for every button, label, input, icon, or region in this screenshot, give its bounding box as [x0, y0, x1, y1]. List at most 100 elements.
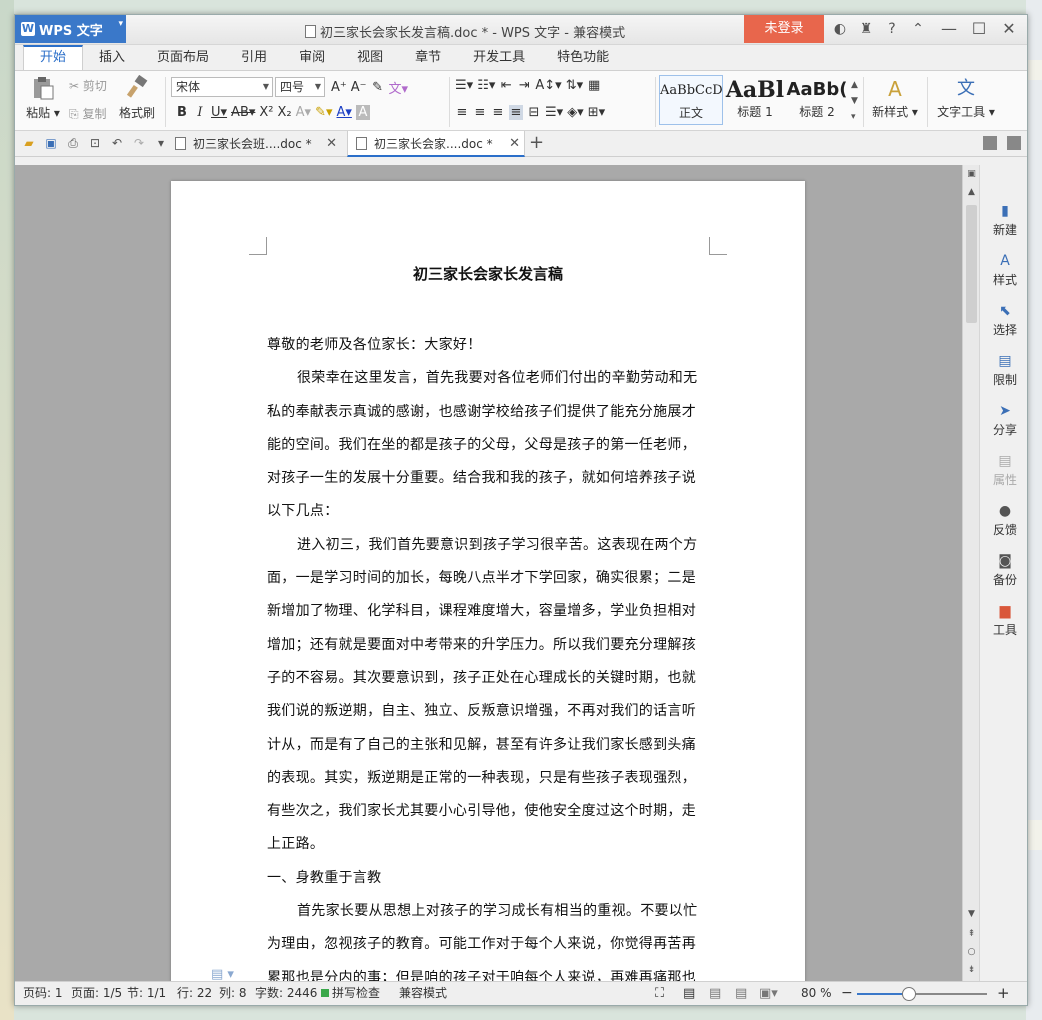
- print-preview-icon[interactable]: ⊡: [87, 135, 103, 151]
- document-line[interactable]: 我们说的叛逆期，自主、独立、反叛意识增强，不再对我们的话言听: [267, 695, 709, 728]
- doc-tab[interactable]: 初三家长会班....doc * ✕: [167, 131, 341, 157]
- tab-insert[interactable]: 插入: [83, 45, 141, 70]
- style-heading-1[interactable]: AaBl 标题 1: [723, 75, 787, 125]
- minimize-icon[interactable]: —: [935, 18, 963, 40]
- document-line[interactable]: 以下几点：: [267, 495, 709, 528]
- copy-button[interactable]: ⎘ 复制: [69, 105, 106, 122]
- paste-button[interactable]: 粘贴 ▾: [23, 75, 63, 121]
- increase-indent-icon[interactable]: ⇥: [517, 78, 531, 93]
- clear-format-icon[interactable]: ✎: [371, 80, 385, 95]
- doc-tab-active[interactable]: 初三家长会家....doc * ✕: [347, 131, 525, 157]
- border-icon[interactable]: ⊞▾: [588, 105, 605, 120]
- new-tab-icon[interactable]: +: [529, 132, 544, 153]
- print-icon[interactable]: ⎙: [65, 135, 81, 151]
- document-line[interactable]: 为理由，忽视孩子的教育。可能工作对于每个人来说，你觉得再苦再: [267, 928, 709, 961]
- shrink-font-icon[interactable]: A⁻: [351, 80, 367, 95]
- document-line[interactable]: 有些次之，我们家长尤其要小心引导他，使他安全度过这个时期，走: [267, 795, 709, 828]
- scroll-thumb[interactable]: [966, 205, 977, 323]
- web-view-icon[interactable]: ▤: [735, 982, 747, 1005]
- distribute-icon[interactable]: ⊟: [527, 105, 541, 120]
- align-center-icon[interactable]: ≡: [473, 105, 487, 120]
- tab-list-icon[interactable]: [983, 136, 997, 150]
- phonetic-icon[interactable]: 文▾: [389, 78, 409, 97]
- style-gallery-scroll[interactable]: ▲ ▼ ▾: [851, 77, 858, 125]
- bullet-list-icon[interactable]: ☰▾: [455, 78, 473, 93]
- paragraph-marker-icon[interactable]: ▤ ▾: [211, 967, 234, 982]
- document-line[interactable]: 面，一是学习时间的加长，每晚八点半才下学回家，确实很累；二是: [267, 562, 709, 595]
- document-line[interactable]: 对孩子一生的发展十分重要。结合我和我的孩子，就如何培养孩子说: [267, 462, 709, 495]
- sort-icon[interactable]: ⇅▾: [566, 78, 583, 93]
- bold-icon[interactable]: B: [175, 105, 189, 120]
- maximize-icon[interactable]: ☐: [965, 18, 993, 40]
- login-button[interactable]: 未登录: [744, 15, 824, 43]
- zoom-value[interactable]: 80 %: [801, 982, 832, 1005]
- subscript-icon[interactable]: X₂: [278, 105, 292, 120]
- tab-developer[interactable]: 开发工具: [457, 45, 541, 70]
- style-normal[interactable]: AaBbCcD 正文: [659, 75, 723, 125]
- tab-review[interactable]: 审阅: [283, 45, 341, 70]
- decrease-indent-icon[interactable]: ⇤: [499, 78, 513, 93]
- document-line[interactable]: 很荣幸在这里发言，首先我要对各位老师们付出的辛勤劳动和无: [267, 362, 709, 395]
- superscript-icon[interactable]: X²: [259, 105, 273, 120]
- pane-toggle-icon[interactable]: ▣: [963, 169, 980, 179]
- reading-view-icon[interactable]: ▣▾: [759, 982, 778, 1005]
- prev-page-icon[interactable]: ⇞: [963, 929, 980, 939]
- document-workspace[interactable]: 初三家长会家长发言稿 尊敬的老师及各位家长：大家好！ 很荣幸在这里发言，首先我要对…: [15, 165, 962, 983]
- table-icon[interactable]: ▦: [587, 78, 601, 93]
- select-browse-icon[interactable]: ○: [963, 947, 980, 957]
- scroll-up-icon[interactable]: ▲: [963, 187, 980, 197]
- justify-icon[interactable]: ≡: [509, 105, 523, 120]
- task-select[interactable]: ⬉ 选择: [980, 303, 1027, 338]
- save-icon[interactable]: ▣: [43, 135, 59, 151]
- spell-check-button[interactable]: 拼写检查: [321, 982, 380, 1005]
- document-line[interactable]: 私的奉献表示真诚的感谢，也感谢学校给孩子们提供了能充分施展才: [267, 396, 709, 429]
- app-menu-button[interactable]: W WPS 文字 ▾: [15, 15, 126, 43]
- tab-references[interactable]: 引用: [225, 45, 283, 70]
- task-tools[interactable]: ▆ 工具: [980, 603, 1027, 638]
- redo-icon[interactable]: ↷: [131, 135, 147, 151]
- char-shading-icon[interactable]: A: [355, 105, 370, 120]
- close-icon[interactable]: ✕: [326, 131, 337, 157]
- text-direction-icon[interactable]: A↕▾: [535, 78, 561, 93]
- document-line[interactable]: 累那也是分内的事；但是咱的孩子对于咱每个人来说，再难再痛那也: [267, 962, 709, 983]
- numbered-list-icon[interactable]: ☷▾: [477, 78, 495, 93]
- line-spacing-icon[interactable]: ☰▾: [545, 105, 563, 120]
- status-page-code[interactable]: 页码: 1: [23, 982, 63, 1005]
- text-tools-button[interactable]: 文 文字工具 ▾: [933, 75, 999, 120]
- document-line[interactable]: 进入初三，我们首先要意识到孩子学习很辛苦。这表现在两个方: [267, 529, 709, 562]
- task-feedback[interactable]: ● 反馈: [980, 503, 1027, 538]
- tab-page-layout[interactable]: 页面布局: [141, 45, 225, 70]
- zoom-slider-knob[interactable]: [902, 987, 916, 1001]
- vertical-scrollbar[interactable]: ▣ ▲ ▼ ⇞ ○ ⇟: [962, 165, 979, 983]
- new-style-button[interactable]: A 新样式 ▾: [867, 75, 923, 120]
- full-screen-icon[interactable]: ⛶: [655, 982, 664, 1005]
- undo-icon[interactable]: ↶: [109, 135, 125, 151]
- task-new[interactable]: ▮ 新建: [980, 203, 1027, 238]
- text-effect-icon[interactable]: A▾: [296, 105, 311, 120]
- style-heading-2[interactable]: AaBb( 标题 2: [785, 75, 849, 125]
- document-line[interactable]: 计从，而是有了自己的主张和见解，甚至有许多让我们家长感到头痛: [267, 729, 709, 762]
- zoom-in-icon[interactable]: +: [997, 982, 1010, 1005]
- open-icon[interactable]: ▰: [21, 135, 37, 151]
- outline-view-icon[interactable]: ▤: [709, 982, 721, 1005]
- tab-chapter[interactable]: 章节: [399, 45, 457, 70]
- italic-icon[interactable]: I: [193, 105, 207, 120]
- status-page[interactable]: 页面: 1/5: [71, 982, 122, 1005]
- font-size-select[interactable]: 四号 ▼: [275, 77, 325, 97]
- document-line[interactable]: 能的空间。我们在坐的都是孩子的父母，父母是孩子的第一任老师，: [267, 429, 709, 462]
- task-styles[interactable]: A 样式: [980, 253, 1027, 288]
- help-icon[interactable]: ?: [882, 19, 902, 39]
- scroll-down-icon[interactable]: ▼: [963, 909, 980, 919]
- collapse-ribbon-icon[interactable]: ⌃: [908, 19, 928, 39]
- task-share[interactable]: ➤ 分享: [980, 403, 1027, 438]
- task-backup[interactable]: ◙ 备份: [980, 553, 1027, 588]
- align-left-icon[interactable]: ≡: [455, 105, 469, 120]
- zoom-out-icon[interactable]: −: [841, 982, 853, 1005]
- align-right-icon[interactable]: ≡: [491, 105, 505, 120]
- font-color-icon[interactable]: A▾: [336, 105, 351, 120]
- document-line[interactable]: 尊敬的老师及各位家长：大家好！: [267, 329, 709, 362]
- document-line[interactable]: 子的不容易。其次要意识到，孩子正处在心理成长的关键时期，也就: [267, 662, 709, 695]
- task-properties[interactable]: ▤ 属性: [980, 453, 1027, 488]
- document-page[interactable]: 初三家长会家长发言稿 尊敬的老师及各位家长：大家好！ 很荣幸在这里发言，首先我要对…: [171, 181, 805, 983]
- format-painter-button[interactable]: 格式刷: [119, 74, 155, 121]
